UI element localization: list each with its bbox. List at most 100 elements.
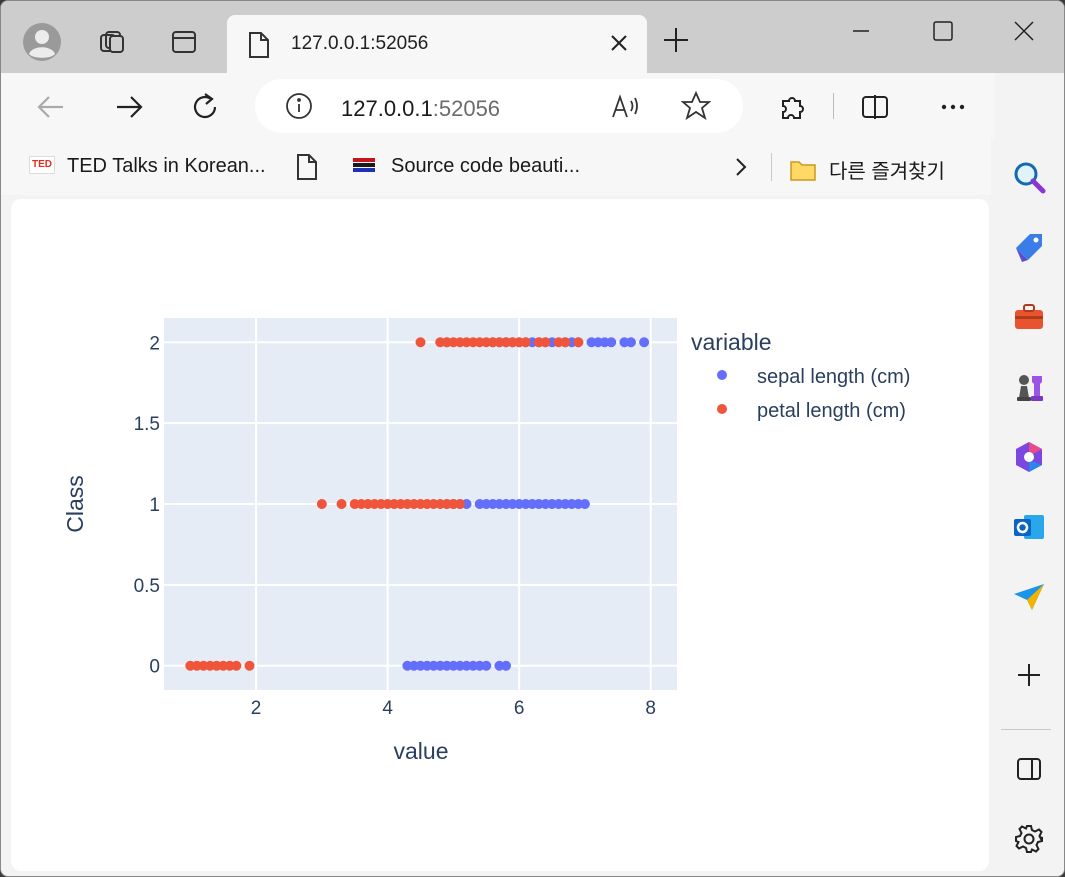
- bookmarks-divider: [771, 153, 772, 181]
- chevron-right-icon: [736, 158, 747, 176]
- flag-lines-icon: [353, 158, 375, 172]
- petal-point: [336, 499, 347, 509]
- legend-marker-petal: [717, 404, 727, 414]
- browser-window: 127.0.0.1:52056 127.0.0.1:52056 TED TED …: [0, 0, 1065, 877]
- sepal-point: [481, 660, 492, 671]
- y-tick-label: 1: [149, 495, 160, 516]
- favorites-overflow-button[interactable]: [731, 153, 751, 187]
- page-icon: [249, 32, 269, 58]
- y-tick-label: 0: [149, 657, 160, 678]
- legend-title: variable: [691, 329, 772, 355]
- plus-icon: [1018, 664, 1040, 686]
- sepal-point: [606, 337, 617, 348]
- legend-label-petal: petal length (cm): [757, 400, 906, 422]
- workspaces-button[interactable]: [87, 17, 137, 67]
- x-axis-label: value: [394, 738, 449, 764]
- avatar-icon: [23, 23, 61, 61]
- info-icon[interactable]: [285, 92, 313, 120]
- x-tick-labels: 2 4 6 8: [251, 698, 656, 719]
- tab-close-button[interactable]: [607, 31, 631, 60]
- legend-item-petal[interactable]: petal length (cm): [717, 400, 906, 422]
- tab-title: 127.0.0.1:52056: [291, 33, 429, 54]
- maximize-icon: [933, 21, 953, 41]
- sidebar-settings-button[interactable]: [1007, 817, 1051, 861]
- sidebar-m365-button[interactable]: [1007, 435, 1051, 479]
- y-tick-label: 1.5: [134, 414, 160, 435]
- bookmark-ted[interactable]: TED TED Talks in Korean...: [29, 155, 266, 178]
- arrow-left-icon: [37, 96, 63, 118]
- profile-button[interactable]: [17, 17, 67, 67]
- ted-logo-text: TED: [32, 159, 52, 170]
- legend-label-sepal: sepal length (cm): [757, 366, 910, 388]
- ted-logo-icon: TED: [29, 156, 55, 174]
- split-screen-button[interactable]: [855, 87, 895, 127]
- petal-point: [415, 337, 426, 348]
- forward-button[interactable]: [109, 87, 149, 127]
- gear-icon: [1015, 825, 1043, 853]
- extensions-button[interactable]: [773, 87, 813, 127]
- bookmark-document[interactable]: [295, 153, 319, 187]
- window-close-button[interactable]: [1004, 15, 1044, 47]
- paper-plane-icon: [1014, 584, 1044, 610]
- plus-icon: [664, 28, 688, 52]
- refresh-button[interactable]: [185, 87, 225, 127]
- new-tab-button[interactable]: [661, 25, 691, 60]
- arrow-right-icon: [117, 96, 143, 118]
- petal-point: [573, 337, 584, 348]
- outlook-icon: [1014, 515, 1044, 539]
- read-aloud-icon[interactable]: [611, 93, 641, 119]
- petal-point: [244, 660, 255, 671]
- y-tick-labels: 0 0.5 1 1.5 2: [134, 333, 160, 677]
- panel-icon: [1017, 758, 1041, 780]
- sidebar-hide-button[interactable]: [1007, 747, 1051, 791]
- petal-point: [560, 337, 571, 348]
- y-tick-label: 0.5: [134, 576, 160, 597]
- close-icon: [611, 35, 627, 51]
- minimize-button[interactable]: [841, 15, 881, 47]
- sidebar-shopping-button[interactable]: [1007, 225, 1051, 269]
- sidebar-search-button[interactable]: [1007, 155, 1051, 199]
- back-button[interactable]: [31, 87, 71, 127]
- sidebar-games-button[interactable]: [1007, 365, 1051, 409]
- shopping-tag-icon: [1016, 234, 1042, 262]
- sidebar-tools-button[interactable]: [1007, 295, 1051, 339]
- page-content: 2 4 6 8 0 0.5 1 1.5 2 value Class variable sepa…: [11, 199, 989, 871]
- microsoft-365-icon: [1016, 442, 1042, 472]
- more-button[interactable]: [933, 87, 973, 127]
- favorites-bar: TED TED Talks in Korean... Source code be…: [1, 139, 991, 195]
- sidebar-outlook-button[interactable]: [1007, 505, 1051, 549]
- legend-item-sepal[interactable]: sepal length (cm): [717, 366, 910, 388]
- maximize-button[interactable]: [923, 15, 963, 47]
- split-screen-icon: [862, 95, 888, 119]
- bookmark-label: TED Talks in Korean...: [67, 155, 266, 177]
- more-icon: [941, 104, 965, 110]
- search-icon: [1014, 162, 1046, 194]
- legend-marker-sepal: [717, 370, 727, 380]
- sepal-point: [625, 337, 636, 348]
- workspaces-icon: [100, 31, 124, 53]
- x-tick-label: 4: [382, 698, 393, 719]
- refresh-icon: [193, 93, 217, 119]
- petal-point: [520, 337, 531, 348]
- address-text[interactable]: 127.0.0.1:52056: [341, 96, 500, 122]
- petal-point: [316, 499, 327, 509]
- bookmark-source-code[interactable]: Source code beauti...: [353, 155, 580, 178]
- toolbox-icon: [1015, 304, 1043, 329]
- tab-actions-icon: [172, 31, 196, 53]
- x-tick-label: 8: [645, 698, 656, 719]
- host-main: 127.0.0.1: [341, 96, 433, 121]
- petal-point: [454, 499, 465, 509]
- sidebar-send-button[interactable]: [1007, 575, 1051, 619]
- x-tick-label: 6: [514, 698, 525, 719]
- star-icon[interactable]: [681, 91, 711, 121]
- document-icon: [297, 154, 317, 180]
- address-bar[interactable]: 127.0.0.1:52056: [255, 79, 743, 133]
- folder-icon: [790, 161, 816, 181]
- tab-active[interactable]: 127.0.0.1:52056: [227, 15, 647, 73]
- vertical-tabs-button[interactable]: [159, 17, 209, 67]
- minimize-icon: [853, 30, 869, 32]
- petal-point: [540, 337, 551, 348]
- sidebar-add-button[interactable]: [1007, 653, 1051, 697]
- close-icon: [1014, 21, 1034, 41]
- other-favorites-folder[interactable]: 다른 즐겨찾기: [789, 155, 945, 184]
